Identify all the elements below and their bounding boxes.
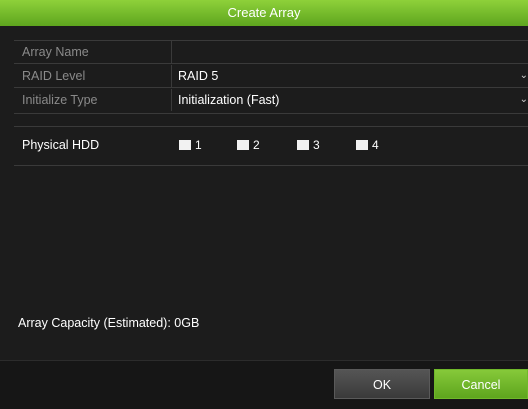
checkbox-icon[interactable] xyxy=(297,139,309,150)
initialize-type-select[interactable]: Initialization (Fast) xyxy=(174,89,528,111)
hdd-checkbox-3[interactable]: 3 xyxy=(297,138,320,152)
hdd-checkbox-2[interactable]: 2 xyxy=(237,138,260,152)
dialog-footer: OK Cancel xyxy=(0,360,528,409)
initialize-type-label: Initialize Type xyxy=(14,89,172,111)
raid-level-row: RAID Level RAID 5 ⌄ xyxy=(14,65,528,88)
raid-level-label: RAID Level xyxy=(14,65,172,87)
raid-level-select[interactable]: RAID 5 xyxy=(174,65,528,87)
dialog-title: Create Array xyxy=(0,0,528,26)
hdd-number: 1 xyxy=(195,138,202,152)
physical-hdd-panel: Physical HDD 1 2 3 4 xyxy=(14,126,528,166)
array-name-row: Array Name xyxy=(14,41,528,64)
array-form: Array Name RAID Level RAID 5 ⌄ Initializ… xyxy=(14,40,528,114)
array-name-label: Array Name xyxy=(14,41,172,63)
hdd-number: 2 xyxy=(253,138,260,152)
initialize-type-row: Initialize Type Initialization (Fast) ⌄ xyxy=(14,89,528,112)
checkbox-icon[interactable] xyxy=(356,139,368,150)
chevron-down-icon[interactable]: ⌄ xyxy=(518,65,528,87)
physical-hdd-label: Physical HDD xyxy=(22,138,100,152)
ok-button[interactable]: OK xyxy=(334,369,430,399)
cancel-button[interactable]: Cancel xyxy=(434,369,528,399)
chevron-down-icon[interactable]: ⌄ xyxy=(518,89,528,111)
hdd-number: 3 xyxy=(313,138,320,152)
checkbox-icon[interactable] xyxy=(237,139,249,150)
hdd-number: 4 xyxy=(372,138,379,152)
checkbox-icon[interactable] xyxy=(179,139,191,150)
array-capacity-text: Array Capacity (Estimated): 0GB xyxy=(18,316,200,330)
hdd-checkbox-1[interactable]: 1 xyxy=(179,138,202,152)
hdd-checkbox-4[interactable]: 4 xyxy=(356,138,379,152)
array-name-input[interactable] xyxy=(174,41,528,63)
create-array-dialog: Create Array Array Name RAID Level RAID … xyxy=(0,0,528,409)
